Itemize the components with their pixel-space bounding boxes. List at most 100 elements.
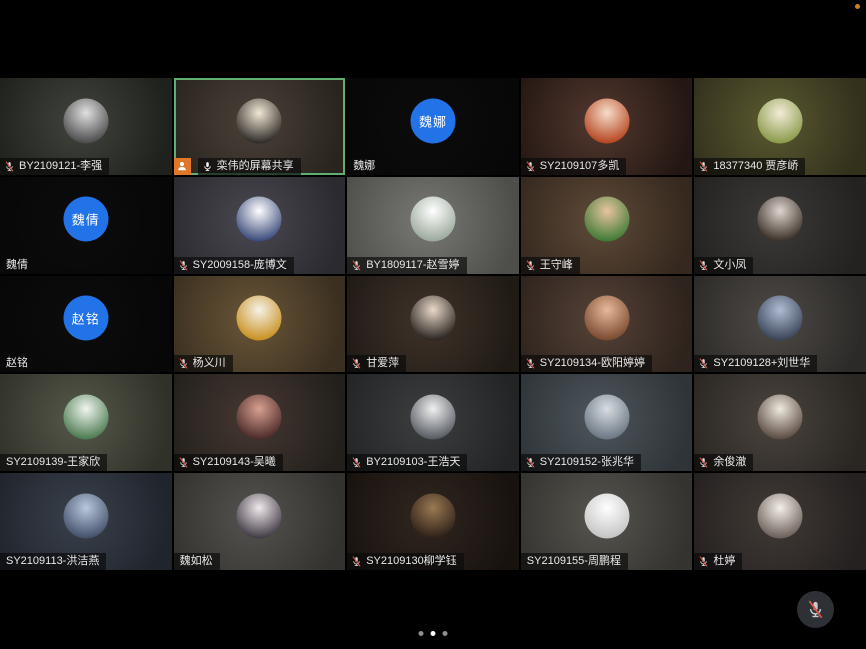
participant-tile[interactable]: 余俊澈 bbox=[694, 374, 866, 471]
participant-name: BY2109103-王浩天 bbox=[366, 456, 460, 469]
goku-anime-avatar bbox=[237, 98, 282, 143]
participant-name-label: 余俊澈 bbox=[694, 454, 753, 471]
participant-name: SY2009158-庞博文 bbox=[193, 259, 287, 272]
participant-name-label: 文小凤 bbox=[694, 257, 753, 274]
misty-mountains-avatar bbox=[584, 394, 629, 439]
participant-tile[interactable]: SY2109134-欧阳婷婷 bbox=[521, 276, 693, 373]
participant-name-label: SY2109143-吴曦 bbox=[174, 454, 283, 471]
participant-tile[interactable]: 18377340 贾彦峤 bbox=[694, 78, 866, 175]
participant-name: 魏倩 bbox=[6, 259, 28, 272]
participant-tile[interactable]: 杨义川 bbox=[174, 276, 346, 373]
participant-name: 18377340 贾彦峤 bbox=[713, 160, 798, 173]
anime-girl-avatar bbox=[758, 296, 803, 341]
person-from-behind-avatar bbox=[758, 394, 803, 439]
participant-name: 余俊澈 bbox=[713, 456, 746, 469]
participant-name-label: SY2109139-王家欣 bbox=[0, 454, 107, 471]
participant-name: SY2109107多凯 bbox=[540, 160, 620, 173]
participant-name: SY2109128+刘世华 bbox=[713, 357, 810, 370]
participant-name: SY2109130柳学钰 bbox=[366, 555, 457, 568]
participant-name-label: 赵铭 bbox=[0, 355, 35, 372]
participant-name-label: 甘爱萍 bbox=[347, 355, 406, 372]
participant-tile[interactable]: BY1809117-赵雪婷 bbox=[347, 177, 519, 274]
participant-grid: BY2109121-李强 栾伟的屏幕共享 魏娜魏娜 SY2109107多凯 183… bbox=[0, 78, 866, 570]
meeting-window: BY2109121-李强 栾伟的屏幕共享 魏娜魏娜 SY2109107多凯 183… bbox=[0, 0, 866, 649]
participant-name-label: 杨义川 bbox=[174, 355, 233, 372]
participant-name: SY2109152-张兆华 bbox=[540, 456, 634, 469]
participant-tile[interactable]: 赵铭赵铭 bbox=[0, 276, 172, 373]
participant-name-label: SY2109107多凯 bbox=[521, 158, 627, 175]
participant-name-label: 18377340 贾彦峤 bbox=[694, 158, 805, 175]
participant-tile[interactable]: 杜婷 bbox=[694, 473, 866, 570]
participant-tile[interactable]: 甘爱萍 bbox=[347, 276, 519, 373]
muted-mic-icon bbox=[525, 457, 536, 468]
white-flower-avatar bbox=[410, 197, 455, 242]
participant-name-label: SY2109113-洪洁燕 bbox=[0, 553, 106, 570]
participant-tile[interactable]: BY2109103-王浩天 bbox=[347, 374, 519, 471]
participant-tile[interactable]: 文小凤 bbox=[694, 177, 866, 274]
muted-mic-icon bbox=[525, 260, 536, 271]
green-emblem-logo-avatar bbox=[63, 394, 108, 439]
participant-name-label: SY2109155-周鹏程 bbox=[521, 553, 628, 570]
participant-tile[interactable]: SY2109130柳学钰 bbox=[347, 473, 519, 570]
participant-tile[interactable]: SY2109155-周鹏程 bbox=[521, 473, 693, 570]
muted-mic-icon bbox=[698, 358, 709, 369]
muted-mic-icon bbox=[525, 358, 536, 369]
blue-crystal-avatar bbox=[63, 493, 108, 538]
participant-name-label: BY2109103-王浩天 bbox=[347, 454, 467, 471]
participant-tile[interactable]: SY2109152-张兆华 bbox=[521, 374, 693, 471]
muted-mic-icon bbox=[698, 457, 709, 468]
participant-name: SY2109139-王家欣 bbox=[6, 456, 100, 469]
white-cartoon-face-avatar bbox=[237, 197, 282, 242]
participant-tile[interactable]: 魏如松 bbox=[174, 473, 346, 570]
page-dot[interactable] bbox=[419, 631, 424, 636]
participant-name: 王守峰 bbox=[540, 259, 573, 272]
page-dot[interactable] bbox=[443, 631, 448, 636]
participant-tile[interactable]: 王守峰 bbox=[521, 177, 693, 274]
participant-name: SY2109155-周鹏程 bbox=[527, 555, 621, 568]
participant-name: 栾伟的屏幕共享 bbox=[217, 160, 294, 173]
participant-name-label: 魏娜 bbox=[347, 158, 382, 175]
participant-name-label: 杜婷 bbox=[694, 553, 742, 570]
girl-from-behind-avatar bbox=[758, 197, 803, 242]
participant-tile[interactable]: 魏娜魏娜 bbox=[347, 78, 519, 175]
participant-tile[interactable]: SY2109128+刘世华 bbox=[694, 276, 866, 373]
participant-tile[interactable]: SY2009158-庞博文 bbox=[174, 177, 346, 274]
face-closeup-avatar bbox=[237, 394, 282, 439]
participant-name: 甘爱萍 bbox=[366, 357, 399, 370]
participant-tile[interactable]: 魏倩魏倩 bbox=[0, 177, 172, 274]
participant-tile[interactable]: SY2109139-王家欣 bbox=[0, 374, 172, 471]
participant-name-label: 栾伟的屏幕共享 bbox=[198, 158, 301, 175]
cartoon-headphones-avatar bbox=[758, 493, 803, 538]
muted-mic-icon bbox=[178, 260, 189, 271]
muted-mic-icon bbox=[698, 556, 709, 567]
participant-name-label: 魏倩 bbox=[0, 257, 35, 274]
participant-name: 魏娜 bbox=[353, 160, 375, 173]
participant-name-label: SY2109152-张兆华 bbox=[521, 454, 641, 471]
participant-name: 文小凤 bbox=[713, 259, 746, 272]
participant-tile[interactable]: SY2109107多凯 bbox=[521, 78, 693, 175]
participant-tile[interactable]: BY2109121-李强 bbox=[0, 78, 172, 175]
pagination-dots bbox=[419, 631, 448, 636]
two-people-photo-avatar bbox=[410, 296, 455, 341]
sunflowers-avatar bbox=[237, 296, 282, 341]
muted-mic-icon bbox=[351, 358, 362, 369]
page-dot-active[interactable] bbox=[431, 631, 436, 636]
muted-mic-icon bbox=[698, 260, 709, 271]
participant-name-label: 王守峰 bbox=[521, 257, 580, 274]
woman-photo-avatar bbox=[584, 296, 629, 341]
participant-name: SY2109134-欧阳婷婷 bbox=[540, 357, 645, 370]
participant-name-label: SY2109134-欧阳婷婷 bbox=[521, 355, 652, 372]
mute-button[interactable] bbox=[797, 591, 834, 628]
cartoon-bird-avatar bbox=[584, 98, 629, 143]
muted-mic-icon bbox=[351, 260, 362, 271]
muted-mic-icon bbox=[525, 161, 536, 172]
screen-share-presenter-badge bbox=[174, 158, 191, 175]
participant-name: 杨义川 bbox=[193, 357, 226, 370]
muted-mic-icon bbox=[4, 161, 15, 172]
participant-name-label: SY2009158-庞博文 bbox=[174, 257, 294, 274]
participant-tile[interactable]: SY2109143-吴曦 bbox=[174, 374, 346, 471]
participant-tile[interactable]: SY2109113-洪洁燕 bbox=[0, 473, 172, 570]
avatar-initials: 赵铭 bbox=[63, 296, 108, 341]
participant-tile[interactable]: 栾伟的屏幕共享 bbox=[174, 78, 346, 175]
participant-name-label: SY2109130柳学钰 bbox=[347, 553, 464, 570]
